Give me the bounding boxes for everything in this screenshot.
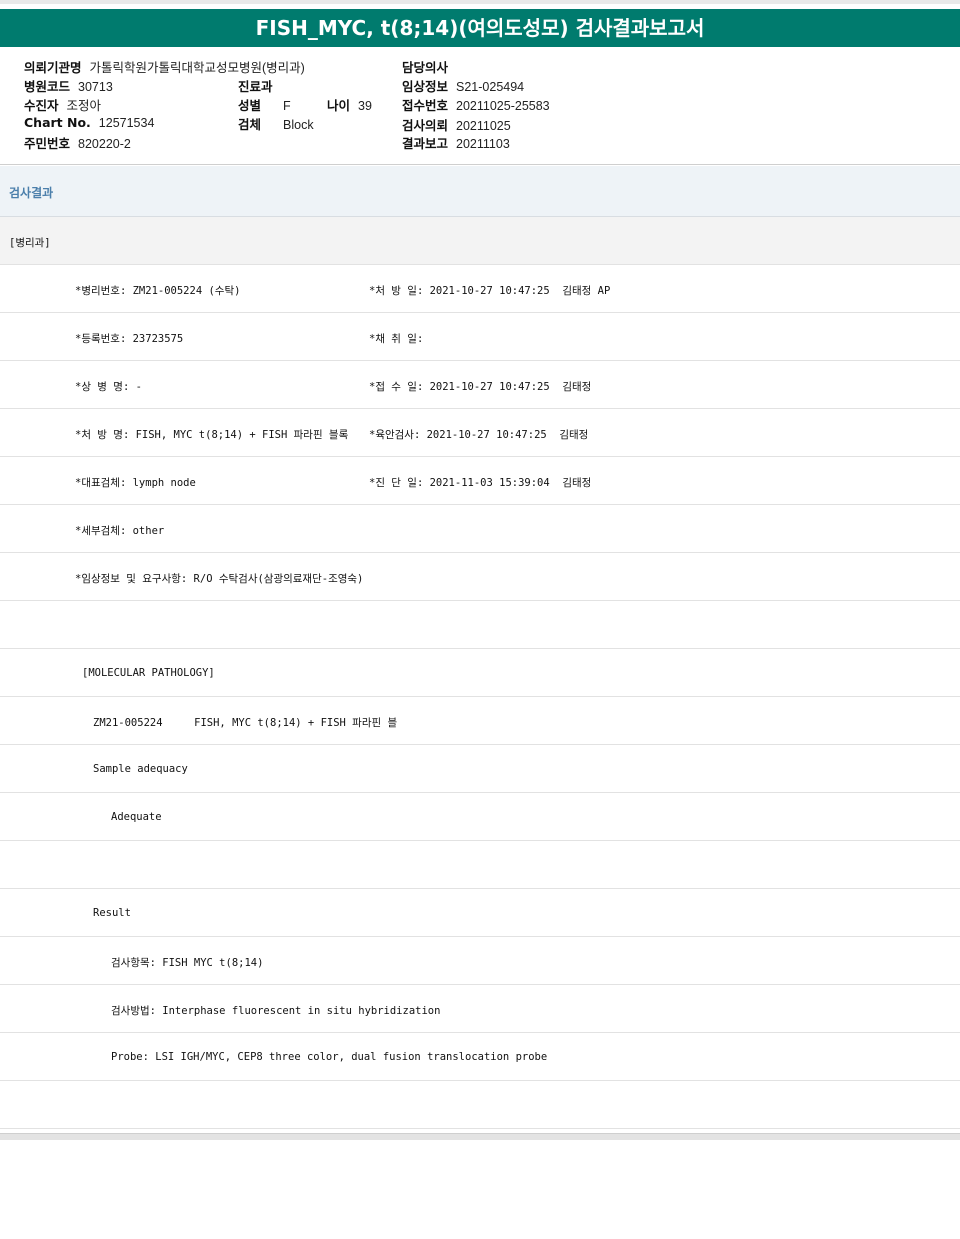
report-date-field: 결과보고 20211103 xyxy=(402,133,510,152)
result-row-text: Result xyxy=(93,907,131,919)
hospital-code-label: 병원코드 xyxy=(24,79,71,94)
result-row-text: 검사방법: Interphase fluorescent in situ hyb… xyxy=(111,1005,441,1017)
result-row: [MOLECULAR PATHOLOGY] xyxy=(0,649,960,697)
result-row: [병리과] xyxy=(0,217,960,265)
report-date-value: 20211103 xyxy=(456,137,510,151)
result-row-text: [MOLECULAR PATHOLOGY] xyxy=(82,667,215,679)
chart-no-value: 12571534 xyxy=(98,116,155,130)
result-row: *대표검체: lymph node *진 단 일: 2021-11-03 15:3… xyxy=(0,457,960,505)
result-row: Sample adequacy xyxy=(0,745,960,793)
requesting-institution-label: 의뢰기관명 xyxy=(24,60,82,75)
result-row: *임상정보 및 요구사항: R/O 수탁검사(삼광의료재단-조영숙) xyxy=(0,553,960,601)
result-row: *상 병 명: - *접 수 일: 2021-10-27 10:47:25 김태정 xyxy=(0,361,960,409)
patient-info-header: 의뢰기관명 가톨릭학원가톨릭대학교성모병원(병리과) 담당의사 병원코드 30713… xyxy=(0,52,960,162)
result-row: Probe: LSI IGH/MYC, CEP8 three color, du… xyxy=(0,1033,960,1081)
age-label: 나이 xyxy=(327,98,351,113)
result-row-text: Adequate xyxy=(111,811,162,823)
patient-value: 조정아 xyxy=(66,99,102,113)
result-row-text: ZM21-005224 FISH, MYC t(8;14) + FISH 파라핀… xyxy=(93,717,398,729)
result-row: *처 방 명: FISH, MYC t(8;14) + FISH 파라핀 블록 *… xyxy=(0,409,960,457)
patient-label: 수진자 xyxy=(24,98,59,113)
result-row xyxy=(0,841,960,889)
age-field: 나이 39 xyxy=(327,95,372,114)
result-row: Adequate xyxy=(0,793,960,841)
requesting-institution-field: 의뢰기관명 가톨릭학원가톨릭대학교성모병원(병리과) xyxy=(24,57,305,76)
result-row-date-text: *육안검사: 2021-10-27 10:47:25 김태정 xyxy=(369,429,589,441)
result-row: 검사방법: Interphase fluorescent in situ hyb… xyxy=(0,985,960,1033)
clinical-info-value: S21-025494 xyxy=(456,80,525,94)
results-table: [병리과] *병리번호: ZM21-005224 (수탁) *처 방 일: 2021… xyxy=(0,217,960,1129)
result-row-text: *병리번호: ZM21-005224 (수탁) xyxy=(75,285,241,297)
receipt-no-label: 접수번호 xyxy=(402,98,449,113)
attending-physician-field: 담당의사 xyxy=(402,57,456,76)
chart-no-field: Chart No. 12571534 xyxy=(24,115,154,130)
receipt-no-field: 접수번호 20211025-25583 xyxy=(402,95,550,114)
resident-no-value: 820220-2 xyxy=(78,137,131,151)
result-row-text: 검사항목: FISH MYC t(8;14) xyxy=(111,957,264,969)
result-row-text: *처 방 명: FISH, MYC t(8;14) + FISH 파라핀 블록 xyxy=(75,429,349,441)
result-row: 검사항목: FISH MYC t(8;14) xyxy=(0,937,960,985)
result-row: *등록번호: 23723575 *채 취 일: xyxy=(0,313,960,361)
results-heading: 검사결과 xyxy=(9,186,54,200)
result-row: Result xyxy=(0,889,960,937)
clinical-info-label: 임상정보 xyxy=(402,79,449,94)
header-divider xyxy=(0,164,960,165)
result-row-text: [병리과] xyxy=(9,237,51,249)
report-title: FISH_MYC, t(8;14)(여의도성모) 검사결과보고서 xyxy=(0,9,960,47)
result-row xyxy=(0,1081,960,1129)
request-date-field: 검사의뢰 20211025 xyxy=(402,115,511,134)
result-row-text: *상 병 명: - xyxy=(75,381,142,393)
hospital-code-field: 병원코드 30713 xyxy=(24,76,113,95)
chart-no-label: Chart No. xyxy=(24,115,91,130)
sex-value: F xyxy=(283,99,291,113)
attending-physician-label: 담당의사 xyxy=(402,60,449,75)
clinical-info-field: 임상정보 S21-025494 xyxy=(402,76,524,95)
resident-no-field: 주민번호 820220-2 xyxy=(24,133,131,152)
receipt-no-value: 20211025-25583 xyxy=(456,99,550,113)
result-row-text: *임상정보 및 요구사항: R/O 수탁검사(삼광의료재단-조영숙) xyxy=(75,573,364,585)
result-row-text: *세부검체: other xyxy=(75,525,165,537)
result-row: *병리번호: ZM21-005224 (수탁) *처 방 일: 2021-10-2… xyxy=(0,265,960,313)
result-row-date-text: *처 방 일: 2021-10-27 10:47:25 김태정 AP xyxy=(369,285,611,297)
specimen-label: 검체 xyxy=(238,117,262,132)
result-row-text: *대표검체: lymph node xyxy=(75,477,196,489)
requesting-institution-value: 가톨릭학원가톨릭대학교성모병원(병리과) xyxy=(89,61,305,75)
bottom-divider xyxy=(0,1133,960,1140)
result-row: ZM21-005224 FISH, MYC t(8;14) + FISH 파라핀… xyxy=(0,697,960,745)
age-value: 39 xyxy=(358,99,372,113)
results-section-header: 검사결과 xyxy=(0,166,960,217)
sex-label: 성별 xyxy=(238,98,262,113)
sex-field: 성별 F xyxy=(238,95,291,114)
result-row-date-text: *진 단 일: 2021-11-03 15:39:04 김태정 xyxy=(369,477,592,489)
request-date-label: 검사의뢰 xyxy=(402,118,449,133)
request-date-value: 20211025 xyxy=(456,119,511,133)
department-field: 진료과 xyxy=(238,76,281,95)
result-row-text: Probe: LSI IGH/MYC, CEP8 three color, du… xyxy=(111,1051,548,1063)
result-row-text: *등록번호: 23723575 xyxy=(75,333,184,345)
hospital-code-value: 30713 xyxy=(78,80,113,94)
result-row xyxy=(0,601,960,649)
patient-field: 수진자 조정아 xyxy=(24,95,101,114)
department-label: 진료과 xyxy=(238,79,273,94)
result-row-date-text: *채 취 일: xyxy=(369,333,424,345)
result-row-text: Sample adequacy xyxy=(93,763,188,775)
result-row: *세부검체: other xyxy=(0,505,960,553)
specimen-value: Block xyxy=(283,118,314,132)
specimen-field: 검체 Block xyxy=(238,114,314,133)
resident-no-label: 주민번호 xyxy=(24,136,71,151)
report-date-label: 결과보고 xyxy=(402,136,449,151)
result-row-date-text: *접 수 일: 2021-10-27 10:47:25 김태정 xyxy=(369,381,592,393)
top-border xyxy=(0,0,960,4)
